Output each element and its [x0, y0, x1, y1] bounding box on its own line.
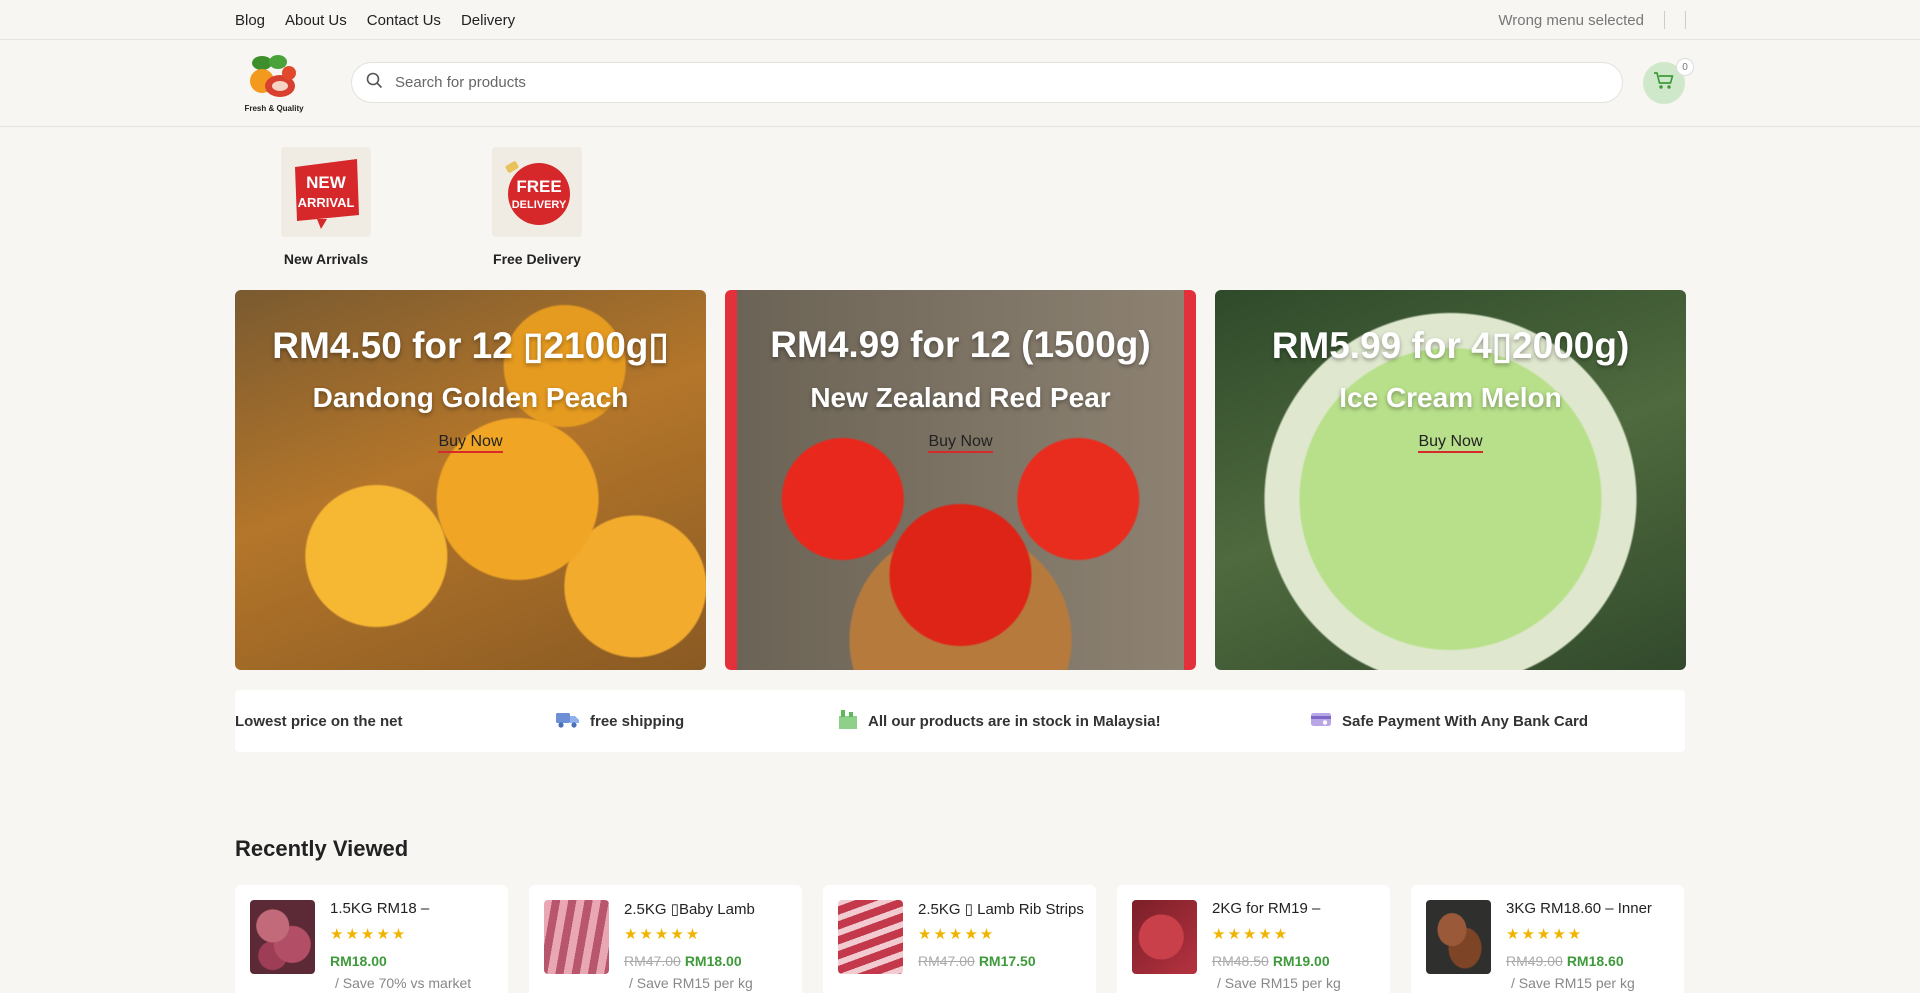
search-icon	[366, 72, 383, 94]
logo-icon	[250, 55, 296, 97]
features-strip: Lowest price on the net free shipping Al…	[235, 690, 1685, 752]
feature-text: free shipping	[590, 712, 685, 730]
top-bar-right: Wrong menu selected	[1498, 0, 1686, 40]
product-price: RM49.00 RM18.60	[1506, 953, 1624, 969]
nav-link-contact-us[interactable]: Contact Us	[367, 12, 441, 29]
product-name[interactable]: 2.5KG ▯ Lamb Rib Strips	[918, 900, 1084, 918]
site-logo[interactable]: Fresh & Quality	[244, 53, 304, 113]
nav-link-about-us[interactable]: About Us	[285, 12, 347, 29]
current-price: RM17.50	[978, 953, 1036, 969]
old-price: RM48.50	[1212, 953, 1269, 969]
buy-now-link[interactable]: Buy Now	[1418, 433, 1483, 453]
savings-note: / Save RM15 per kg	[1511, 975, 1635, 991]
banner-ice-cream-melon[interactable]: RM5.99 for 4▯2000g) Ice Cream Melon Buy …	[1215, 290, 1686, 670]
svg-text:NEW: NEW	[306, 173, 347, 192]
product-price: RM18.00	[330, 953, 387, 969]
feature-text: All our products are in stock in Malaysi…	[868, 712, 1161, 730]
feature-text: Safe Payment With Any Bank Card	[1342, 712, 1589, 730]
product-image[interactable]	[838, 900, 903, 974]
buy-now-link[interactable]: Buy Now	[928, 433, 993, 453]
banner-title: RM4.50 for 12 ▯2100g▯	[272, 325, 669, 366]
product-image[interactable]	[250, 900, 315, 974]
rating-stars: ★★★★★	[1212, 926, 1290, 943]
rating-stars: ★★★★★	[330, 926, 408, 943]
feature-free-shipping: free shipping	[555, 690, 684, 752]
product-price: RM47.00 RM18.00	[624, 953, 742, 969]
card-icon	[1310, 711, 1332, 732]
product-card[interactable]: 1.5KG RM18 – ★★★★★ RM18.00 / Save 70% vs…	[235, 885, 508, 993]
current-price: RM18.00	[330, 953, 387, 969]
current-price: RM18.00	[684, 953, 742, 969]
category-label: New Arrivals	[283, 251, 369, 267]
search-input[interactable]	[395, 74, 1495, 91]
new-arrival-badge-icon: NEW ARRIVAL	[281, 147, 371, 237]
cart-count-badge: 0	[1676, 58, 1694, 76]
product-image[interactable]	[1426, 900, 1491, 974]
savings-note: / Save RM15 per kg	[1217, 975, 1341, 991]
cart-button[interactable]: 0	[1643, 58, 1694, 104]
free-delivery-badge-icon: FREE DELIVERY	[492, 147, 582, 237]
svg-text:ARRIVAL: ARRIVAL	[298, 195, 355, 210]
header: Fresh & Quality 0	[0, 40, 1920, 127]
category-free-delivery[interactable]: FREE DELIVERY Free Delivery	[472, 147, 602, 267]
current-price: RM18.60	[1566, 953, 1624, 969]
banner-red-pear[interactable]: RM4.99 for 12 (1500g) New Zealand Red Pe…	[725, 290, 1196, 670]
old-price: RM47.00	[624, 953, 681, 969]
product-card[interactable]: 2KG for RM19 – ★★★★★ RM48.50 RM19.00 / Sa…	[1117, 885, 1390, 993]
savings-note: / Save 70% vs market	[335, 975, 472, 991]
banner-title: RM4.99 for 12 (1500g)	[770, 324, 1151, 365]
menu-status-text: Wrong menu selected	[1498, 11, 1644, 29]
savings-note: / Save RM15 per kg	[629, 975, 753, 991]
category-label: Free Delivery	[493, 251, 581, 267]
product-card[interactable]: 2.5KG ▯ Lamb Rib Strips ★★★★★ RM47.00 RM1…	[823, 885, 1096, 993]
buy-now-link[interactable]: Buy Now	[438, 433, 503, 453]
truck-icon	[555, 710, 580, 733]
product-image[interactable]	[1132, 900, 1197, 974]
current-price: RM19.00	[1272, 953, 1330, 969]
product-name[interactable]: 3KG RM18.60 – Inner	[1506, 900, 1652, 917]
divider	[1685, 11, 1686, 29]
nav-link-blog[interactable]: Blog	[235, 12, 265, 29]
rating-stars: ★★★★★	[624, 926, 702, 943]
banner-golden-peach[interactable]: RM4.50 for 12 ▯2100g▯ Dandong Golden Pea…	[235, 290, 706, 670]
divider	[1664, 11, 1665, 29]
product-card[interactable]: 2.5KG ▯Baby Lamb ★★★★★ RM47.00 RM18.00 / …	[529, 885, 802, 993]
product-name[interactable]: 2.5KG ▯Baby Lamb	[624, 900, 755, 918]
product-card[interactable]: 3KG RM18.60 – Inner ★★★★★ RM49.00 RM18.60…	[1411, 885, 1684, 993]
nav-link-delivery[interactable]: Delivery	[461, 12, 515, 29]
product-price: RM47.00 RM17.50	[918, 953, 1036, 969]
search-bar[interactable]	[351, 62, 1623, 103]
product-image[interactable]	[544, 900, 609, 974]
banner-subtitle: Dandong Golden Peach	[312, 382, 629, 413]
rating-stars: ★★★★★	[918, 926, 996, 943]
banner-subtitle: New Zealand Red Pear	[810, 382, 1111, 413]
warehouse-icon	[838, 708, 858, 734]
product-name[interactable]: 2KG for RM19 –	[1212, 900, 1320, 917]
section-title: Recently Viewed	[235, 836, 409, 861]
old-price: RM47.00	[918, 953, 975, 969]
feature-safe-payment: Safe Payment With Any Bank Card	[1310, 690, 1588, 752]
banner-title: RM5.99 for 4▯2000g)	[1271, 325, 1630, 366]
product-name[interactable]: 1.5KG RM18 –	[330, 900, 429, 917]
top-nav: Blog About Us Contact Us Delivery	[235, 0, 515, 40]
feature-lowest-price: Lowest price on the net	[235, 690, 403, 752]
svg-text:DELIVERY: DELIVERY	[512, 199, 567, 211]
cart-icon	[1653, 71, 1675, 96]
svg-text:FREE: FREE	[516, 177, 561, 196]
banner-subtitle: Ice Cream Melon	[1339, 382, 1562, 413]
logo-caption: Fresh & Quality	[244, 104, 304, 113]
feature-text: Lowest price on the net	[235, 712, 403, 730]
top-bar: Blog About Us Contact Us Delivery Wrong …	[0, 0, 1920, 40]
category-new-arrivals[interactable]: NEW ARRIVAL New Arrivals	[261, 147, 391, 267]
product-price: RM48.50 RM19.00	[1212, 953, 1330, 969]
old-price: RM49.00	[1506, 953, 1563, 969]
rating-stars: ★★★★★	[1506, 926, 1584, 943]
feature-in-stock: All our products are in stock in Malaysi…	[838, 690, 1161, 752]
